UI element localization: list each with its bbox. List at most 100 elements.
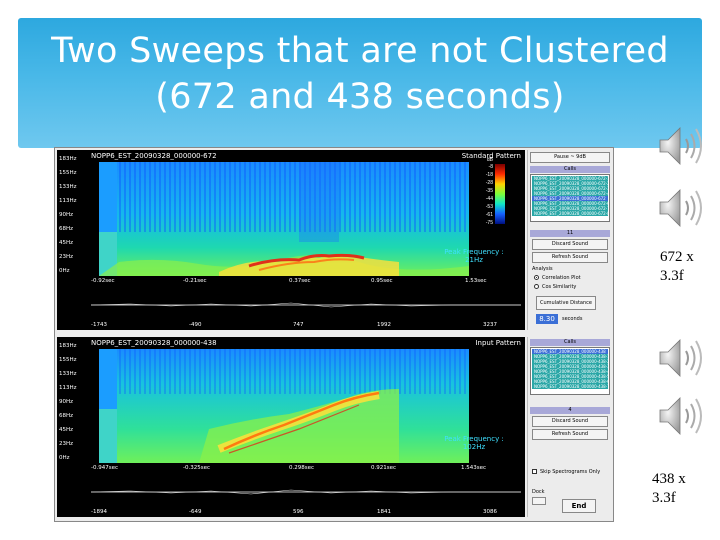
time-tick: 0.37sec <box>289 278 311 284</box>
waveform <box>91 302 521 308</box>
y-tick: 90Hz <box>59 399 74 405</box>
analysis-label: Analysis <box>532 266 553 272</box>
slide-title: Two Sweeps that are not Clustered (672 a… <box>18 28 702 120</box>
application-screenshot: NOPP6_EST_20090328_000000-672 Standard P… <box>54 147 614 522</box>
control-panel-bottom: Calls NOPP6_EST_20090328_000000-438 NOPP… <box>527 337 611 517</box>
scale-unit: dB <box>486 157 493 163</box>
peak-label: Peak Frequency : <box>444 435 504 443</box>
dock-control[interactable] <box>532 497 546 505</box>
spectrogram <box>99 349 469 463</box>
time-tick: 0.921sec <box>371 465 397 471</box>
y-tick: 23Hz <box>59 254 74 260</box>
cumulative-distance-button[interactable]: Cumulative Distance <box>536 296 596 310</box>
refresh-sound-button[interactable]: Refresh Sound <box>532 252 608 263</box>
control-panel-top: Pause ~ 9dB Calls NOPP6_EST_20090328_000… <box>527 150 611 330</box>
peak-frequency: Peak Frequency : 102Hz <box>429 435 519 451</box>
title-line-1: Two Sweeps that are not Clustered <box>51 31 669 71</box>
sample-tick: -1743 <box>91 322 107 328</box>
scale-tick: -35 <box>485 188 493 194</box>
discard-sound-button[interactable]: Discard Sound <box>532 239 608 250</box>
y-tick: 68Hz <box>59 226 74 232</box>
y-tick: 113Hz <box>59 198 77 204</box>
list-item[interactable]: NOPP6_EST_20090328_000000-438-7 <box>532 384 608 389</box>
caption-line: 3.3f <box>652 490 676 506</box>
cos-similarity-radio-label: Cos Similarity <box>542 284 577 290</box>
caption-line: 672 x <box>660 249 694 265</box>
y-tick: 155Hz <box>59 170 77 176</box>
scale-bar <box>495 164 505 224</box>
speaker-icon[interactable] <box>656 392 708 440</box>
scale-tick: -8 <box>488 164 493 170</box>
peak-label: Peak Frequency : <box>444 248 504 256</box>
time-tick: 1.53sec <box>465 278 487 284</box>
correlation-radio[interactable] <box>534 275 539 280</box>
sample-tick: 3237 <box>483 322 497 328</box>
skip-spectrograms-checkbox[interactable] <box>532 469 537 474</box>
time-tick: -0.92sec <box>91 278 115 284</box>
file-label: NOPP6_EST_20090328_000000-672 <box>91 152 217 160</box>
y-tick: 0Hz <box>59 455 70 461</box>
scale-tick: -44 <box>485 196 493 202</box>
scale-tick: -61 <box>485 212 493 218</box>
time-tick: -0.21sec <box>183 278 207 284</box>
spectrogram <box>99 162 469 276</box>
y-tick: 113Hz <box>59 385 77 391</box>
y-tick: 183Hz <box>59 343 77 349</box>
end-button[interactable]: End <box>562 499 596 513</box>
sample-tick: 1841 <box>377 509 391 515</box>
time-tick: -0.947sec <box>91 465 119 471</box>
calls-header: Calls <box>530 166 610 173</box>
caption-line: 438 x <box>652 471 686 487</box>
calls-list[interactable]: NOPP6_EST_20090328_000000-672-1 NOPP6_ES… <box>530 174 610 222</box>
calls-list[interactable]: NOPP6_EST_20090328_000000-438 NOPP6_EST_… <box>530 347 610 395</box>
y-tick: 133Hz <box>59 184 77 190</box>
y-tick: 23Hz <box>59 441 74 447</box>
distance-value: 8.30 <box>536 314 558 324</box>
standard-pattern-plot: NOPP6_EST_20090328_000000-672 Standard P… <box>57 150 525 330</box>
caption-438: 438 x 3.3f <box>652 470 686 508</box>
time-tick: 1.543sec <box>461 465 487 471</box>
count-header: 4 <box>530 407 610 414</box>
time-tick: -0.325sec <box>183 465 211 471</box>
refresh-sound-button[interactable]: Refresh Sound <box>532 429 608 440</box>
waveform <box>91 489 521 495</box>
scale-tick: -18 <box>485 172 493 178</box>
speaker-icon[interactable] <box>656 122 708 170</box>
scale-tick: -75 <box>485 220 493 226</box>
speaker-icon[interactable] <box>656 334 708 382</box>
scale-tick: -28 <box>485 180 493 186</box>
y-tick: 68Hz <box>59 413 74 419</box>
pause-button[interactable]: Pause ~ 9dB <box>530 152 610 163</box>
skip-spectrograms-label: Skip Spectrograms Only <box>540 469 601 475</box>
cos-similarity-radio[interactable] <box>534 284 539 289</box>
correlation-radio-label: Correlation Plot <box>542 275 581 281</box>
sample-tick: 1992 <box>377 322 391 328</box>
sample-tick: 747 <box>293 322 304 328</box>
scale-tick: -53 <box>485 204 493 210</box>
sample-tick: -1894 <box>91 509 107 515</box>
pattern-label: Input Pattern <box>475 339 521 347</box>
dock-label: Dock <box>532 489 545 495</box>
time-tick: 0.298sec <box>289 465 315 471</box>
calls-header: Calls <box>530 339 610 346</box>
caption-line: 3.3f <box>660 268 684 284</box>
y-tick: 183Hz <box>59 156 77 162</box>
count-header: 11 <box>530 230 610 237</box>
sample-tick: -649 <box>189 509 202 515</box>
speaker-icon[interactable] <box>656 184 708 232</box>
color-scale: dB -8 -18 -28 -35 -44 -53 -61 -75 <box>473 157 521 226</box>
y-tick: 155Hz <box>59 357 77 363</box>
peak-value: 21Hz <box>465 256 483 264</box>
file-label: NOPP6_EST_20090328_000000-438 <box>91 339 217 347</box>
time-tick: 0.95sec <box>371 278 393 284</box>
distance-unit: seconds <box>562 316 583 322</box>
sample-tick: 3086 <box>483 509 497 515</box>
discard-sound-button[interactable]: Discard Sound <box>532 416 608 427</box>
list-item[interactable]: NOPP6_EST_20090328_000000-672-8 <box>532 211 608 216</box>
y-tick: 133Hz <box>59 371 77 377</box>
y-tick: 45Hz <box>59 427 74 433</box>
peak-value: 102Hz <box>462 443 486 451</box>
sample-tick: -490 <box>189 322 202 328</box>
y-tick: 45Hz <box>59 240 74 246</box>
caption-672: 672 x 3.3f <box>660 248 694 286</box>
